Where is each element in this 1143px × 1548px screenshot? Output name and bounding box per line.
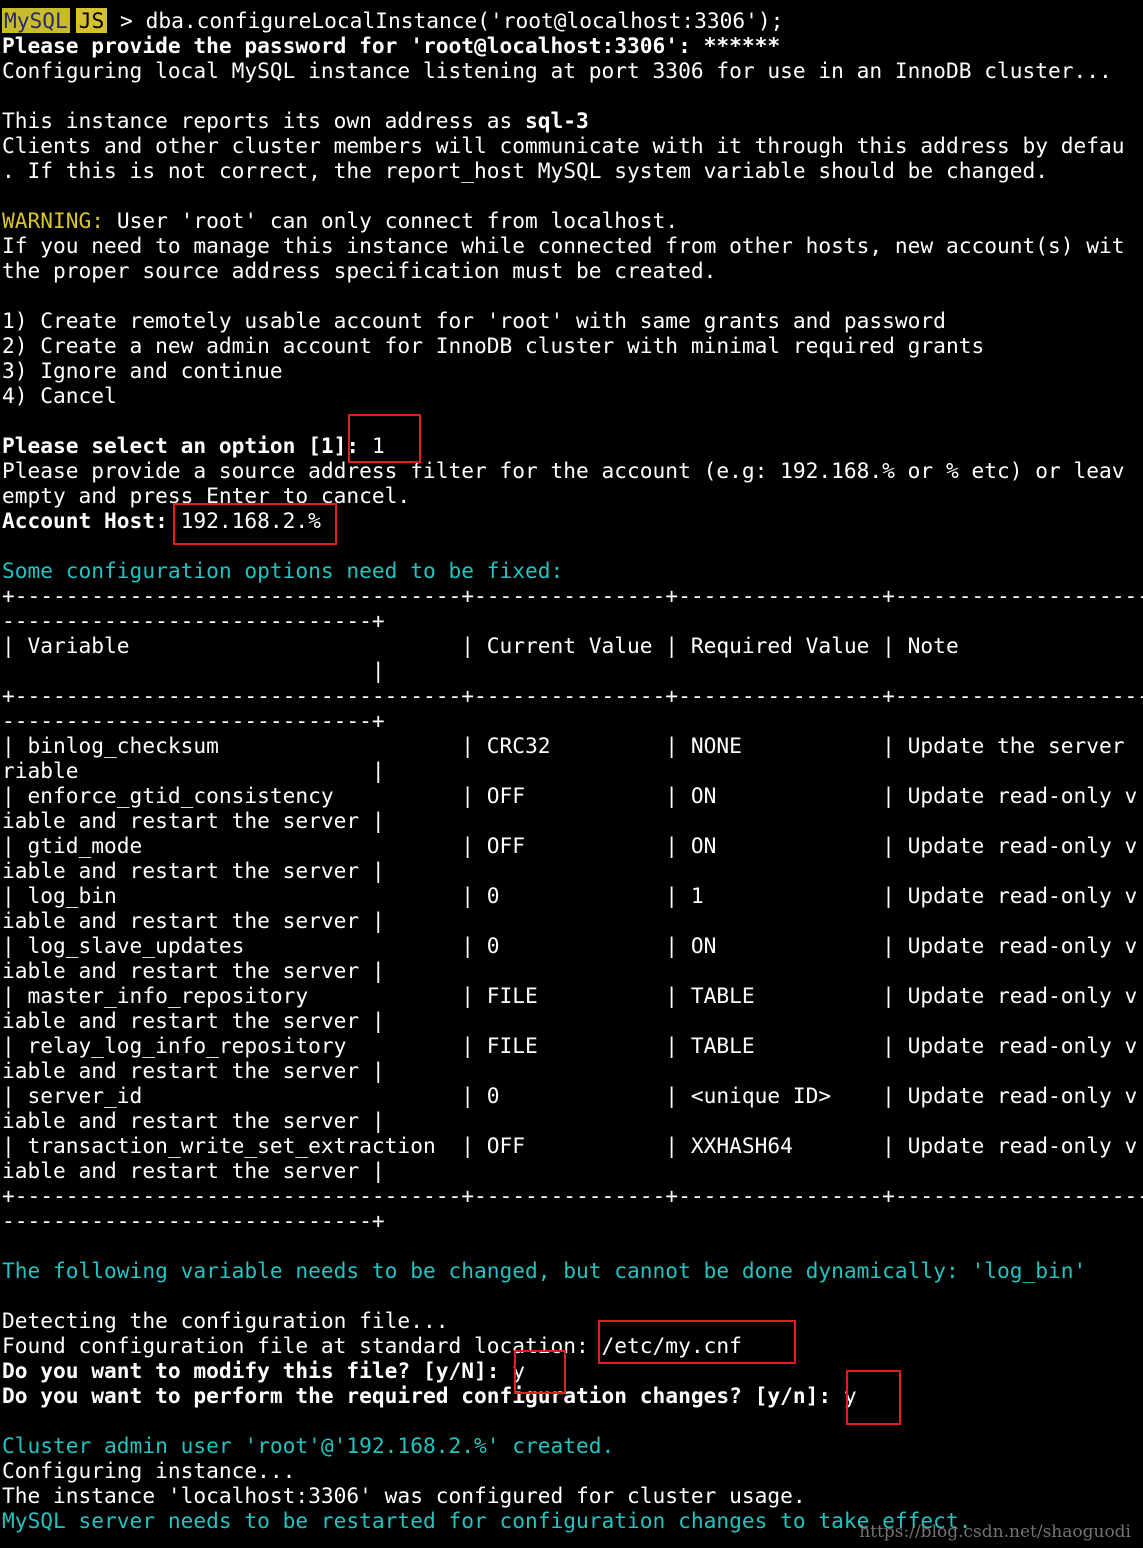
option-item: 3) Ignore and continue <box>2 358 283 383</box>
perform-changes-line[interactable]: Do you want to perform the required conf… <box>2 1383 1143 1408</box>
table-border: +-----------------------------------+---… <box>2 1183 1143 1208</box>
config-heading: Some configuration options need to be fi… <box>2 558 564 583</box>
warning-text: User 'root' can only connect from localh… <box>104 208 679 233</box>
select-prompt: Please select an option [1]: <box>2 433 372 458</box>
option-item: 4) Cancel <box>2 383 117 408</box>
table-border: -----------------------------+ <box>2 1208 385 1233</box>
output-line: If you need to manage this instance whil… <box>2 233 1125 258</box>
password-prompt: Please provide the password for 'root@lo… <box>2 33 704 58</box>
table-row: | log_bin | 0 | 1 | Update read-only v <box>2 883 1138 908</box>
watermark: https://blog.csdn.net/shaoguodi <box>859 1522 1131 1542</box>
modify-prompt: Do you want to modify this file? [y/N]: <box>2 1358 513 1383</box>
table-row: iable and restart the server | <box>2 1008 385 1033</box>
table-row: iable and restart the server | <box>2 1158 385 1183</box>
table-row: iable and restart the server | <box>2 958 385 983</box>
output-line: Clients and other cluster members will c… <box>2 133 1125 158</box>
output-line: Configuring local MySQL instance listeni… <box>2 58 1112 83</box>
output-line: Please provide a source address filter f… <box>2 458 1125 483</box>
output-line: . If this is not correct, the report_hos… <box>2 158 1048 183</box>
table-border: +-----------------------------------+---… <box>2 683 1143 708</box>
table-row: | transaction_write_set_extraction | OFF… <box>2 1133 1138 1158</box>
table-row: iable and restart the server | <box>2 908 385 933</box>
table-row: riable | <box>2 758 385 783</box>
table-row: | master_info_repository | FILE | TABLE … <box>2 983 1138 1008</box>
warning-label: WARNING: <box>2 208 105 233</box>
output-line: Detecting the configuration file... <box>2 1308 449 1333</box>
table-row: | relay_log_info_repository | FILE | TAB… <box>2 1033 1138 1058</box>
table-row: iable and restart the server | <box>2 1058 385 1083</box>
output-line: Configuring instance... <box>2 1458 296 1483</box>
found-config-line: Found configuration file at standard loc… <box>2 1333 1143 1358</box>
highlight-config-path <box>598 1320 796 1364</box>
table-border: +-----------------------------------+---… <box>2 583 1143 608</box>
output-line: the proper source address specification … <box>2 258 717 283</box>
js-mode-indicator: JS <box>75 8 108 33</box>
perform-prompt: Do you want to perform the required conf… <box>2 1383 844 1408</box>
command-text: dba.configureLocalInstance('root@localho… <box>145 8 784 33</box>
prompt-symbol: > <box>107 8 146 33</box>
output-line: This instance reports its own address as… <box>2 108 1143 133</box>
table-row: iable and restart the server | <box>2 1108 385 1133</box>
highlight-modify-answer <box>514 1350 566 1394</box>
reported-address: sql-3 <box>525 108 589 133</box>
highlight-perform-answer <box>846 1370 901 1425</box>
highlight-account-host <box>173 503 337 545</box>
mysql-mode-indicator: MySQL <box>2 8 70 33</box>
table-row: iable and restart the server | <box>2 858 385 883</box>
table-row: | gtid_mode | OFF | ON | Update read-onl… <box>2 833 1138 858</box>
table-border: -----------------------------+ <box>2 708 385 733</box>
password-line: Please provide the password for 'root@lo… <box>2 33 1143 58</box>
modify-file-line[interactable]: Do you want to modify this file? [y/N]: … <box>2 1358 1143 1383</box>
table-row: | log_slave_updates | 0 | ON | Update re… <box>2 933 1138 958</box>
option-item: 2) Create a new admin account for InnoDB… <box>2 333 985 358</box>
dynamic-change-notice: The following variable needs to be chang… <box>2 1258 1087 1283</box>
found-prefix: Found configuration file at standard loc… <box>2 1333 602 1358</box>
warning-line: WARNING: User 'root' can only connect fr… <box>2 208 1143 233</box>
table-header: | <box>2 658 385 683</box>
table-row: | server_id | 0 | <unique ID> | Update r… <box>2 1083 1138 1108</box>
select-option-line[interactable]: Please select an option [1]: 1 <box>2 433 1143 458</box>
option-item: 1) Create remotely usable account for 'r… <box>2 308 946 333</box>
output-line: The instance 'localhost:3306' was config… <box>2 1483 806 1508</box>
password-mask: ****** <box>703 33 781 58</box>
table-header: | Variable | Current Value | Required Va… <box>2 633 959 658</box>
highlight-select-option <box>348 414 421 463</box>
table-row: | binlog_checksum | CRC32 | NONE | Updat… <box>2 733 1138 758</box>
terminal-output: MySQL JS > dba.configureLocalInstance('ro… <box>2 8 1143 1533</box>
prompt-line[interactable]: MySQL JS > dba.configureLocalInstance('ro… <box>2 8 1143 33</box>
reports-prefix: This instance reports its own address as <box>2 108 525 133</box>
table-border: -----------------------------+ <box>2 608 385 633</box>
table-row: iable and restart the server | <box>2 808 385 833</box>
admin-created-line: Cluster admin user 'root'@'192.168.2.%' … <box>2 1433 615 1458</box>
account-host-label: Account Host: <box>2 508 181 533</box>
table-row: | enforce_gtid_consistency | OFF | ON | … <box>2 783 1138 808</box>
